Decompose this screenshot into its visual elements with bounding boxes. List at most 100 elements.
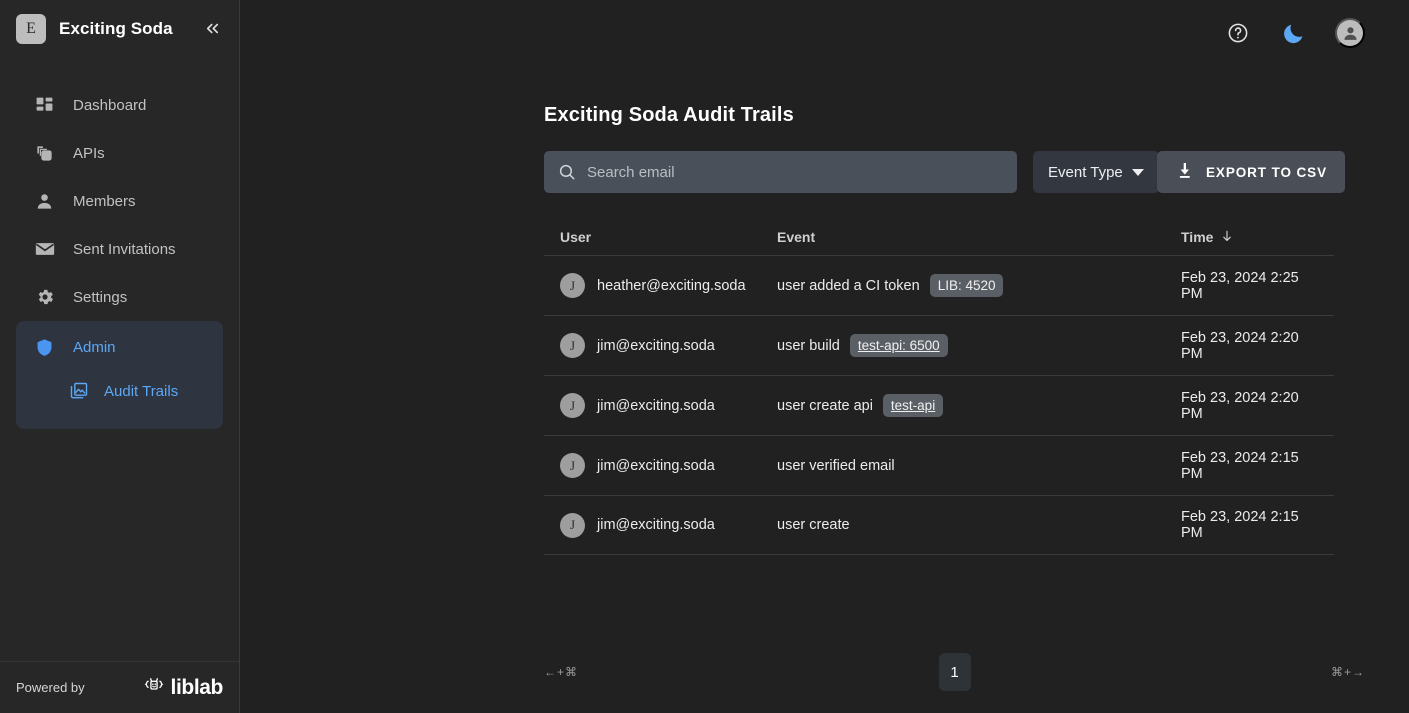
sidebar-item-label: Members — [73, 194, 136, 209]
column-header-event: Event — [777, 229, 1181, 245]
table-row[interactable]: Jjim@exciting.soda user create Feb 23, 202… — [544, 495, 1334, 555]
sidebar-item-members[interactable]: Members — [0, 177, 239, 225]
liblab-wordmark: liblab — [171, 676, 223, 700]
user-email: jim@exciting.soda — [597, 398, 715, 414]
sidebar-brand: E Exciting Soda — [0, 0, 239, 57]
question-circle-icon[interactable] — [1223, 18, 1253, 48]
event-description: user create — [777, 517, 850, 533]
table-row[interactable]: Jheather@exciting.sodauser added a CI to… — [544, 255, 1334, 315]
avatar: J — [560, 513, 585, 538]
image-stack-icon — [68, 381, 89, 402]
chevrons-left-icon[interactable] — [199, 16, 225, 42]
chevron-down-icon — [1132, 169, 1144, 176]
workspace-logo: E — [16, 14, 46, 44]
avatar: J — [560, 273, 585, 298]
cell-time: Feb 23, 2024 2:20 PM — [1181, 330, 1318, 362]
event-type-label: Event Type — [1048, 164, 1123, 181]
event-description: user added a CI token — [777, 278, 920, 294]
export-label: EXPORT TO CSV — [1206, 165, 1327, 180]
sidebar-item-label: Audit Trails — [104, 383, 178, 400]
shield-icon — [34, 337, 55, 358]
pagination: ←+⌘ 1 ⌘+→ — [544, 653, 1365, 691]
user-email: jim@exciting.soda — [597, 338, 715, 354]
avatar: J — [560, 453, 585, 478]
liblab-brand[interactable]: liblab — [143, 675, 223, 700]
moon-icon[interactable] — [1279, 18, 1309, 48]
table-body: Jheather@exciting.sodauser added a CI to… — [544, 255, 1334, 555]
event-resource-link[interactable]: test-api: 6500 — [850, 334, 948, 357]
audit-trails-table: User Event Time Jheather@exciting.sodaus… — [544, 219, 1334, 555]
sidebar-item-apis[interactable]: APIs — [0, 129, 239, 177]
account-circle-icon[interactable] — [1335, 18, 1365, 48]
cell-user: Jheather@exciting.soda — [560, 273, 777, 298]
avatar: J — [560, 393, 585, 418]
sidebar-item-label: Admin — [73, 340, 116, 355]
table-row[interactable]: Jjim@exciting.sodauser verified emailFeb… — [544, 435, 1334, 495]
column-header-time[interactable]: Time — [1181, 229, 1318, 246]
dashboard-icon — [34, 95, 55, 116]
workspace-name: Exciting Soda — [59, 19, 186, 39]
export-to-csv-button[interactable]: EXPORT TO CSV — [1157, 151, 1345, 193]
cell-event: user verified email — [777, 458, 1181, 474]
cell-user: Jjim@exciting.soda — [560, 333, 777, 358]
table-header-row: User Event Time — [544, 219, 1334, 255]
search-field[interactable] — [544, 151, 1017, 193]
cell-event: user create api test-api — [777, 394, 1181, 417]
sidebar-item-audit-trails[interactable]: Audit Trails — [16, 369, 178, 413]
apis-stack-icon — [34, 143, 55, 164]
sidebar-item-dashboard[interactable]: Dashboard — [0, 81, 239, 129]
cell-user: Jjim@exciting.soda — [560, 393, 777, 418]
main-area: Exciting Soda Audit Trails Event Type — [240, 0, 1409, 713]
column-header-user: User — [560, 229, 777, 245]
column-header-time-label: Time — [1181, 229, 1213, 245]
topbar — [240, 0, 1409, 66]
event-type-filter[interactable]: Event Type — [1033, 151, 1159, 193]
cell-event: user added a CI token LIB: 4520 — [777, 274, 1181, 297]
sidebar-item-label: Settings — [73, 290, 127, 305]
search-icon — [558, 163, 576, 181]
table-controls: Event Type EXPORT TO CSV — [544, 151, 1409, 193]
cell-user: Jjim@exciting.soda — [560, 453, 777, 478]
cell-time: Feb 23, 2024 2:25 PM — [1181, 270, 1318, 302]
arrow-down-icon — [1220, 229, 1234, 246]
event-resource-badge: LIB: 4520 — [930, 274, 1004, 297]
powered-by-footer: Powered by liblab — [0, 661, 239, 713]
liblab-cat-icon — [143, 675, 165, 700]
cell-time: Feb 23, 2024 2:15 PM — [1181, 450, 1318, 482]
prev-page-shortcut-hint: ←+⌘ — [544, 665, 664, 679]
download-icon — [1175, 161, 1194, 183]
main-content: Exciting Soda Audit Trails Event Type — [240, 104, 1409, 555]
search-input[interactable] — [587, 164, 1003, 181]
sidebar-item-label: Dashboard — [73, 98, 146, 113]
table-row[interactable]: Jjim@exciting.sodauser create apitest-ap… — [544, 375, 1334, 435]
cell-event: user build test-api: 6500 — [777, 334, 1181, 357]
envelope-icon — [34, 239, 55, 260]
cell-event: user create — [777, 517, 1181, 533]
person-icon — [34, 191, 55, 212]
sidebar-item-label: APIs — [73, 146, 105, 161]
sidebar-item-settings[interactable]: Settings — [0, 273, 239, 321]
table-row[interactable]: Jjim@exciting.sodauser buildtest-api: 65… — [544, 315, 1334, 375]
page-list: 1 — [664, 653, 1245, 691]
event-description: user create api — [777, 398, 873, 414]
cell-time: Feb 23, 2024 2:15 PM — [1181, 509, 1318, 541]
cell-time: Feb 23, 2024 2:20 PM — [1181, 390, 1318, 422]
powered-by-label: Powered by — [16, 680, 85, 695]
sidebar-item-sent-invitations[interactable]: Sent Invitations — [0, 225, 239, 273]
next-page-shortcut-hint: ⌘+→ — [1245, 665, 1365, 679]
page-button-1[interactable]: 1 — [939, 653, 971, 691]
app-root: E Exciting Soda Dashb — [0, 0, 1409, 713]
user-email: jim@exciting.soda — [597, 458, 715, 474]
gear-icon — [34, 287, 55, 308]
event-description: user verified email — [777, 458, 895, 474]
sidebar-group-admin: Admin Audit Trails — [16, 321, 223, 429]
avatar: J — [560, 333, 585, 358]
event-resource-link[interactable]: test-api — [883, 394, 943, 417]
sidebar-nav: Dashboard APIs — [0, 81, 239, 429]
user-email: heather@exciting.soda — [597, 278, 746, 294]
page-title: Exciting Soda Audit Trails — [544, 104, 1409, 127]
user-email: jim@exciting.soda — [597, 517, 715, 533]
event-description: user build — [777, 338, 840, 354]
sidebar-item-admin[interactable]: Admin — [16, 325, 132, 369]
sidebar: E Exciting Soda Dashb — [0, 0, 240, 713]
